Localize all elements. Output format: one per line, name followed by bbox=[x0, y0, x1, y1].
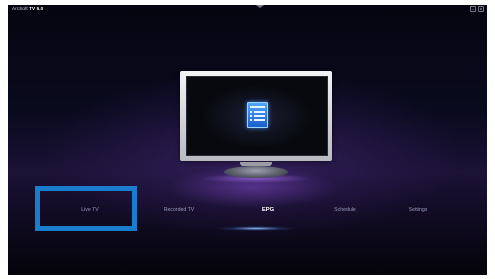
tv-stand bbox=[224, 166, 288, 178]
menu-item-recorded-tv[interactable]: Recorded TV bbox=[144, 205, 214, 215]
menu-item-epg[interactable]: EPG bbox=[233, 205, 303, 215]
title-bar: ArcSoft TV 5.0 − × bbox=[8, 5, 487, 15]
epg-row-line bbox=[254, 119, 265, 121]
epg-bullet-icon bbox=[250, 115, 252, 117]
tv-illustration bbox=[180, 71, 332, 183]
focus-highlight-box bbox=[35, 186, 137, 231]
app-title-prefix: ArcSoft bbox=[12, 6, 30, 11]
active-menu-glow bbox=[218, 226, 294, 231]
app-title: ArcSoft TV 5.0 bbox=[12, 6, 43, 11]
epg-bullet-icon bbox=[250, 111, 252, 113]
epg-row-line bbox=[254, 111, 265, 113]
epg-doc-header-line bbox=[250, 106, 265, 108]
minimize-button[interactable]: − bbox=[470, 6, 476, 13]
epg-bullet-icon bbox=[250, 119, 252, 121]
app-title-version: TV 5.0 bbox=[29, 6, 44, 11]
tv-screen bbox=[186, 76, 328, 156]
menu-item-schedule[interactable]: Schedule bbox=[310, 205, 380, 215]
tv-bezel bbox=[180, 71, 332, 161]
top-dropdown-handle-icon[interactable] bbox=[256, 5, 264, 8]
epg-guide-icon bbox=[247, 102, 268, 128]
tv-app-window: ArcSoft TV 5.0 − × Live TV Recorded TV E… bbox=[8, 5, 487, 275]
window-controls: − × bbox=[470, 6, 484, 13]
menu-item-settings[interactable]: Settings bbox=[383, 205, 453, 215]
epg-row-line bbox=[254, 115, 265, 117]
close-button[interactable]: × bbox=[478, 6, 484, 13]
